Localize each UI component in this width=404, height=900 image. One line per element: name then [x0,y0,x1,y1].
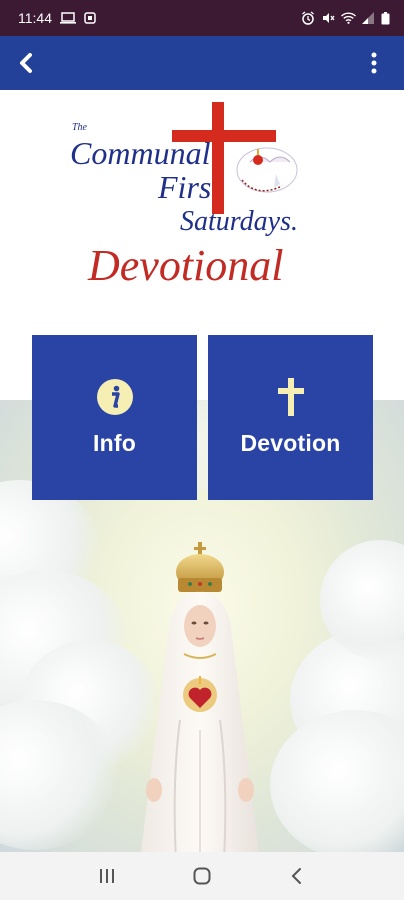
status-left: 11:44 [18,10,96,26]
signal-icon [362,12,375,24]
app-logo: The Communal Firs Saturdays. Devotional [62,100,342,290]
logo-text-line2: Firs [157,169,211,205]
more-vertical-icon [371,52,377,74]
back-icon [291,868,301,884]
system-nav-bar [0,852,404,900]
our-lady-statue-image [141,542,259,852]
chevron-left-icon [20,53,32,73]
back-button[interactable] [8,45,44,81]
logo-text-line3: Saturdays. [180,206,298,237]
recent-apps-icon [100,869,115,883]
logo-cross [212,102,224,214]
status-bar: 11:44 [0,0,404,36]
home-icon [193,867,211,885]
alarm-icon [301,11,315,25]
logo-text-line1: Communal [70,135,211,171]
back-nav-button[interactable] [277,856,317,896]
info-tile-label: Info [93,430,136,456]
battery-icon [381,11,390,25]
status-right [301,11,390,25]
app-bar [0,36,404,90]
status-time: 11:44 [18,10,52,26]
logo-text-line4: Devotional [87,241,284,290]
cross-icon [277,378,304,416]
mute-icon [321,11,335,25]
devotion-tile-button[interactable]: Devotion [208,335,373,500]
overflow-menu-button[interactable] [356,45,392,81]
logo-text-the: The [72,122,88,133]
app-notification-icon [84,12,96,24]
devotion-tile-label: Devotion [240,430,341,456]
wifi-icon [341,12,356,24]
laptop-icon [60,12,76,24]
info-tile-button[interactable]: Info [32,335,197,500]
recent-apps-button[interactable] [87,856,127,896]
rosary-heart-icon [236,147,298,193]
info-icon [96,379,133,415]
home-button[interactable] [182,856,222,896]
main-content: The Communal Firs Saturdays. Devotional … [0,90,404,852]
